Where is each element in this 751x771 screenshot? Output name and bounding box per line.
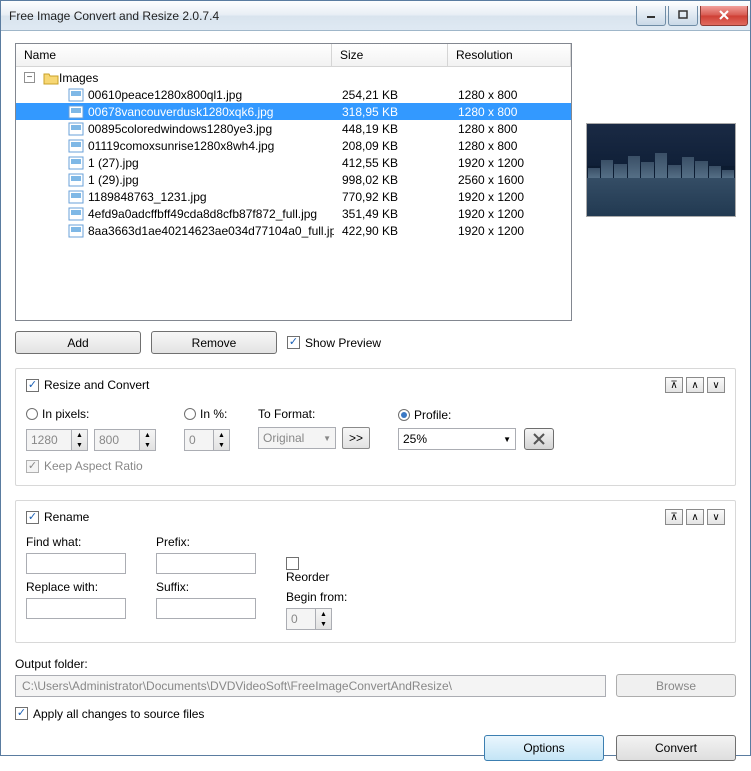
begin-from-input[interactable]: ▲▼ — [286, 608, 332, 630]
options-button[interactable]: Options — [484, 735, 604, 761]
collapse-all-icon[interactable]: ⊼ — [665, 509, 683, 525]
show-preview-checkbox[interactable]: Show Preview — [287, 336, 381, 350]
prefix-label: Prefix: — [156, 535, 256, 549]
remove-button[interactable]: Remove — [151, 331, 277, 354]
section-toggle-group: ⊼ ∧ ∨ — [665, 377, 725, 393]
list-item[interactable]: 00895coloredwindows1280ye3.jpg448,19 KB1… — [16, 120, 571, 137]
list-item[interactable]: 4efd9a0adcffbff49cda8d8cfb87f872_full.jp… — [16, 205, 571, 222]
prefix-input[interactable] — [156, 553, 256, 574]
preview-image — [586, 123, 736, 217]
apply-to-source-checkbox[interactable]: Apply all changes to source files — [15, 707, 204, 721]
list-item[interactable]: 8aa3663d1ae40214623ae034d77104a0_full.jp… — [16, 222, 571, 239]
find-what-label: Find what: — [26, 535, 126, 549]
delete-profile-button[interactable] — [524, 428, 554, 450]
keep-aspect-ratio-checkbox: Keep Aspect Ratio — [26, 459, 156, 473]
file-list[interactable]: Name Size Resolution −Images00610peace12… — [15, 43, 572, 321]
output-folder-input: C:\Users\Administrator\Documents\DVDVide… — [15, 675, 606, 697]
replace-with-input[interactable] — [26, 598, 126, 619]
collapse-up-icon[interactable]: ∧ — [686, 509, 704, 525]
convert-button[interactable]: Convert — [616, 735, 736, 761]
window-buttons — [636, 6, 748, 26]
checkbox-icon — [287, 336, 300, 349]
close-button[interactable] — [700, 6, 748, 26]
replace-with-label: Replace with: — [26, 580, 126, 594]
suffix-label: Suffix: — [156, 580, 256, 594]
spin-down-icon[interactable]: ▼ — [72, 440, 87, 450]
format-advanced-button[interactable]: >> — [342, 427, 370, 449]
in-percent-radio[interactable]: In %: — [184, 407, 227, 421]
collapse-down-icon[interactable]: ∨ — [707, 509, 725, 525]
resize-section: Resize and Convert ⊼ ∧ ∨ In pixels: ▲▼ ▲… — [15, 368, 736, 486]
radio-icon — [398, 409, 410, 421]
add-button[interactable]: Add — [15, 331, 141, 354]
tree-folder[interactable]: −Images — [16, 69, 571, 86]
list-item[interactable]: 00678vancouverdusk1280xqk6.jpg318,95 KB1… — [16, 103, 571, 120]
profile-select[interactable]: 25%▼ — [398, 428, 516, 450]
chevron-down-icon: ▼ — [317, 434, 331, 443]
rename-section: Rename ⊼ ∧ ∨ Find what: Replace with: Pr… — [15, 500, 736, 643]
minimize-button[interactable] — [636, 6, 666, 26]
list-item[interactable]: 1189848763_1231.jpg770,92 KB1920 x 1200 — [16, 188, 571, 205]
checkbox-icon — [26, 511, 39, 524]
checkbox-icon — [15, 707, 28, 720]
preview-panel — [586, 43, 736, 321]
to-format-label: To Format: — [258, 407, 370, 421]
collapse-all-icon[interactable]: ⊼ — [665, 377, 683, 393]
list-item[interactable]: 1 (27).jpg412,55 KB1920 x 1200 — [16, 154, 571, 171]
window-title: Free Image Convert and Resize 2.0.7.4 — [9, 9, 636, 23]
percent-input[interactable]: ▲▼ — [184, 429, 230, 451]
suffix-input[interactable] — [156, 598, 256, 619]
rename-enable-checkbox[interactable]: Rename — [26, 510, 89, 524]
pixel-width-input[interactable]: ▲▼ — [26, 429, 88, 451]
pixel-height-input[interactable]: ▲▼ — [94, 429, 156, 451]
collapse-down-icon[interactable]: ∨ — [707, 377, 725, 393]
maximize-button[interactable] — [668, 6, 698, 26]
find-what-input[interactable] — [26, 553, 126, 574]
list-item[interactable]: 00610peace1280x800ql1.jpg254,21 KB1280 x… — [16, 86, 571, 103]
resize-enable-checkbox[interactable]: Resize and Convert — [26, 378, 149, 392]
profile-radio[interactable]: Profile: — [398, 408, 451, 422]
col-size[interactable]: Size — [332, 44, 448, 66]
collapse-up-icon[interactable]: ∧ — [686, 377, 704, 393]
reorder-checkbox[interactable]: Reorder — [286, 557, 347, 584]
col-res[interactable]: Resolution — [448, 44, 571, 66]
titlebar: Free Image Convert and Resize 2.0.7.4 — [1, 1, 750, 31]
output-folder-label: Output folder: — [15, 657, 736, 671]
radio-icon — [26, 408, 38, 420]
begin-from-label: Begin from: — [286, 590, 347, 604]
list-item[interactable]: 01119comoxsunrise1280x8wh4.jpg208,09 KB1… — [16, 137, 571, 154]
col-name[interactable]: Name — [16, 44, 332, 66]
format-select: Original▼ — [258, 427, 336, 449]
browse-button: Browse — [616, 674, 736, 697]
chevron-down-icon: ▼ — [497, 435, 511, 444]
spin-up-icon[interactable]: ▲ — [72, 430, 87, 440]
expander-icon[interactable]: − — [24, 72, 35, 83]
checkbox-icon — [26, 379, 39, 392]
radio-icon — [184, 408, 196, 420]
list-header: Name Size Resolution — [16, 44, 571, 67]
checkbox-icon — [286, 557, 299, 570]
in-pixels-radio[interactable]: In pixels: — [26, 407, 89, 421]
list-item[interactable]: 1 (29).jpg998,02 KB2560 x 1600 — [16, 171, 571, 188]
